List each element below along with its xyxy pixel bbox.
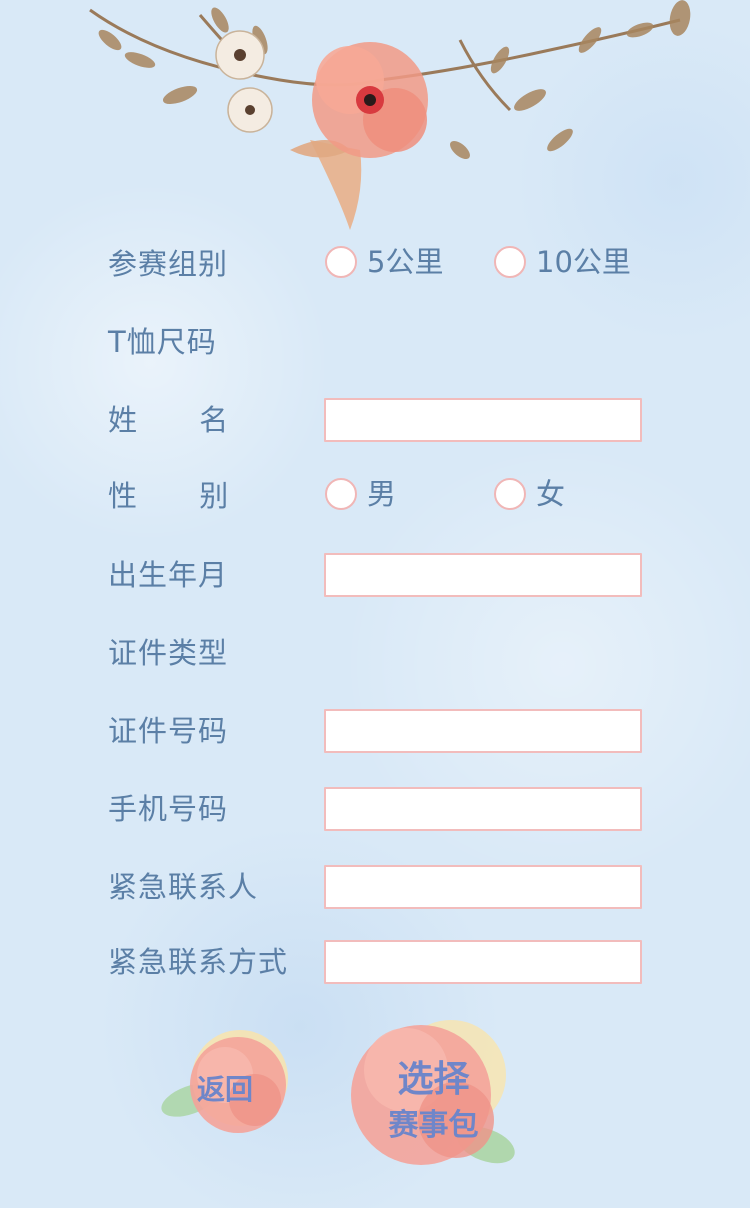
tshirt-size-label: T恤尺码 (108, 325, 217, 359)
birth-label: 出生年月 (108, 558, 229, 592)
emergency-method-input[interactable] (324, 940, 642, 984)
id-number-label: 证件号码 (108, 714, 229, 748)
name-row: 姓 名 (0, 398, 750, 442)
phone-input[interactable] (324, 787, 642, 831)
radio-5km-label: 5公里 (367, 245, 444, 279)
id-type-row: 证件类型 (0, 631, 750, 675)
name-input[interactable] (324, 398, 642, 442)
birth-input[interactable] (324, 553, 642, 597)
race-group-label: 参赛组别 (108, 247, 229, 281)
id-number-input[interactable] (324, 709, 642, 753)
choose-package-line1: 选择 (397, 1058, 470, 1100)
gender-label: 性 别 (108, 479, 230, 513)
id-number-row: 证件号码 (0, 709, 750, 753)
emergency-contact-input[interactable] (324, 865, 642, 909)
name-label: 姓 名 (108, 403, 230, 437)
radio-male-label: 男 (367, 477, 397, 511)
phone-row: 手机号码 (0, 787, 750, 831)
back-button-label: 返回 (196, 1073, 253, 1106)
choose-package-line2: 赛事包 (388, 1108, 479, 1143)
race-group-row: 参赛组别 5公里 10公里 (0, 242, 750, 286)
phone-label: 手机号码 (108, 792, 229, 826)
emergency-contact-row: 紧急联系人 (0, 865, 750, 909)
choose-package-button[interactable]: 选择 赛事包 (336, 1010, 531, 1170)
emergency-contact-label: 紧急联系人 (108, 870, 259, 904)
emergency-method-row: 紧急联系方式 (0, 940, 750, 984)
radio-female-label: 女 (536, 477, 566, 511)
birth-row: 出生年月 (0, 553, 750, 597)
gender-row: 性 别 男 女 (0, 474, 750, 518)
back-button[interactable]: 返回 (150, 1030, 300, 1140)
radio-circle[interactable] (325, 246, 357, 278)
tshirt-size-row: T恤尺码 (0, 320, 750, 364)
emergency-method-label: 紧急联系方式 (108, 945, 289, 979)
radio-circle[interactable] (494, 478, 526, 510)
radio-10km-label: 10公里 (536, 245, 631, 279)
floral-wreath-decoration (89, 0, 691, 230)
radio-circle[interactable] (325, 478, 357, 510)
id-type-label: 证件类型 (108, 636, 229, 670)
radio-circle[interactable] (494, 246, 526, 278)
